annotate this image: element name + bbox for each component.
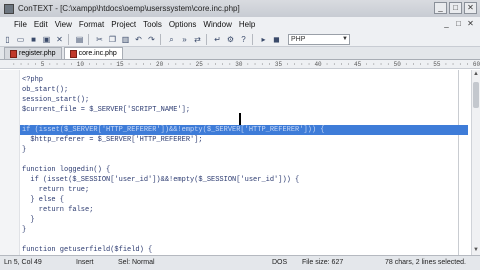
doc-minimize-button[interactable]: _ (441, 18, 452, 30)
php-file-icon (69, 49, 77, 58)
run-icon[interactable]: ▸ (258, 34, 269, 45)
menu-file[interactable]: File (14, 20, 27, 29)
code-line[interactable]: function loggedin() { (22, 165, 458, 175)
edit-mode: Insert (76, 259, 94, 266)
menu-format[interactable]: Format (79, 20, 104, 29)
undo-icon[interactable]: ↶ (133, 34, 144, 45)
line-gutter (0, 70, 20, 255)
file-size: File size: 627 (302, 259, 344, 266)
line-ending: DOS (272, 259, 288, 266)
code-line[interactable]: } else { (22, 195, 458, 205)
code-line[interactable]: function getuserfield($field) { (22, 245, 458, 255)
copy-icon[interactable]: ❐ (107, 34, 118, 45)
save-all-icon[interactable]: ▣ (41, 34, 52, 45)
replace-icon[interactable]: ⇄ (192, 34, 203, 45)
window-title: ConTEXT - [C:\xampp\htdocs\oemp\userssys… (18, 4, 240, 13)
code-editor[interactable]: <?php ob_start(); session_start(); $current… (0, 70, 480, 255)
close-button[interactable]: ✕ (464, 2, 477, 14)
help-icon[interactable]: ? (238, 34, 249, 45)
toolbar-separator (206, 33, 207, 45)
language-select-value: PHP (291, 35, 306, 43)
toolbar-separator (68, 33, 69, 45)
new-file-icon[interactable]: ▯ (2, 34, 13, 45)
code-line[interactable]: } (22, 225, 458, 235)
tab-label: register.php (19, 50, 56, 57)
doc-close-button[interactable]: ✕ (465, 18, 476, 30)
window-controls: _ □ ✕ (434, 2, 477, 14)
code-line[interactable]: ob_start(); (22, 85, 458, 95)
toolbar-separator (88, 33, 89, 45)
redo-icon[interactable]: ↷ (146, 34, 157, 45)
right-margin-line (458, 70, 459, 255)
status-bar: Ln 5, Col 49 Insert Sel: Normal DOS File… (0, 255, 480, 270)
code-line[interactable]: } (22, 145, 458, 155)
cursor-position: Ln 5, Col 49 (4, 259, 42, 266)
php-file-icon (10, 49, 17, 58)
menu-edit[interactable]: Edit (34, 20, 48, 29)
find-next-icon[interactable]: » (179, 34, 190, 45)
scroll-up-icon[interactable]: ▲ (472, 70, 480, 79)
tab-core-inc-php[interactable]: core.inc.php (63, 47, 123, 59)
menu-options[interactable]: Options (169, 20, 197, 29)
menu-bar: File Edit View Format Project Tools Opti… (0, 17, 480, 32)
file-tabs: register.php core.inc.php (0, 47, 480, 60)
code-line[interactable] (22, 155, 458, 165)
stop-icon[interactable]: ◼ (271, 34, 282, 45)
selection-mode: Sel: Normal (118, 259, 155, 266)
menu-window[interactable]: Window (203, 20, 231, 29)
maximize-button[interactable]: □ (449, 2, 462, 14)
word-wrap-icon[interactable]: ↵ (212, 34, 223, 45)
vertical-scrollbar[interactable]: ▲ ▼ (471, 70, 480, 255)
tab-register-php[interactable]: register.php (4, 47, 62, 59)
code-line[interactable]: $http_referer = $_SERVER['HTTP_REFERER']… (22, 135, 458, 145)
code-line[interactable]: <?php (22, 75, 458, 85)
minimize-button[interactable]: _ (434, 2, 447, 14)
app-icon (4, 3, 14, 14)
menu-project[interactable]: Project (111, 20, 136, 29)
language-select[interactable]: PHP ▼ (288, 33, 350, 45)
code-area[interactable]: <?php ob_start(); session_start(); $current… (20, 75, 468, 255)
toolbar: ▯ ▭ ■ ▣ ✕ ▤ ✂ ❐ ▥ ↶ ↷ ⌕ » ⇄ ↵ ⚙ ? ▸ ◼ PH… (0, 32, 480, 47)
code-line[interactable]: if (isset($_SESSION['user_id'])&&!empty(… (22, 175, 458, 185)
toolbar-separator (252, 33, 253, 45)
cut-icon[interactable]: ✂ (94, 34, 105, 45)
print-icon[interactable]: ▤ (74, 34, 85, 45)
document-window-controls: _ □ ✕ (441, 18, 476, 30)
code-line[interactable]: session_start(); (22, 95, 458, 105)
chevron-down-icon: ▼ (342, 35, 348, 42)
menu-help[interactable]: Help (239, 20, 255, 29)
code-line[interactable]: return false; (22, 205, 458, 215)
close-file-icon[interactable]: ✕ (54, 34, 65, 45)
scroll-thumb[interactable] (473, 82, 479, 108)
code-line[interactable]: return true; (22, 185, 458, 195)
selected-code-line[interactable]: if (isset($_SERVER['HTTP_REFERER'])&&!em… (20, 125, 468, 135)
doc-restore-button[interactable]: □ (453, 18, 464, 30)
settings-icon[interactable]: ⚙ (225, 34, 236, 45)
save-icon[interactable]: ■ (28, 34, 39, 45)
toolbar-separator (160, 33, 161, 45)
code-line[interactable] (22, 235, 458, 245)
open-folder-icon[interactable]: ▭ (15, 34, 26, 45)
selection-info: 78 chars, 2 lines selected. (385, 259, 466, 266)
find-icon[interactable]: ⌕ (166, 34, 177, 45)
scroll-down-icon[interactable]: ▼ (472, 246, 480, 255)
menu-tools[interactable]: Tools (143, 20, 162, 29)
column-ruler: · · · · 5 · · · · 10 · · · · 15 · · · · … (0, 60, 480, 69)
paste-icon[interactable]: ▥ (120, 34, 131, 45)
menu-view[interactable]: View (55, 20, 72, 29)
title-bar: ConTEXT - [C:\xampp\htdocs\oemp\userssys… (0, 0, 480, 17)
code-line[interactable]: } (22, 215, 458, 225)
text-cursor-icon (239, 113, 241, 125)
tab-label: core.inc.php (78, 50, 117, 57)
